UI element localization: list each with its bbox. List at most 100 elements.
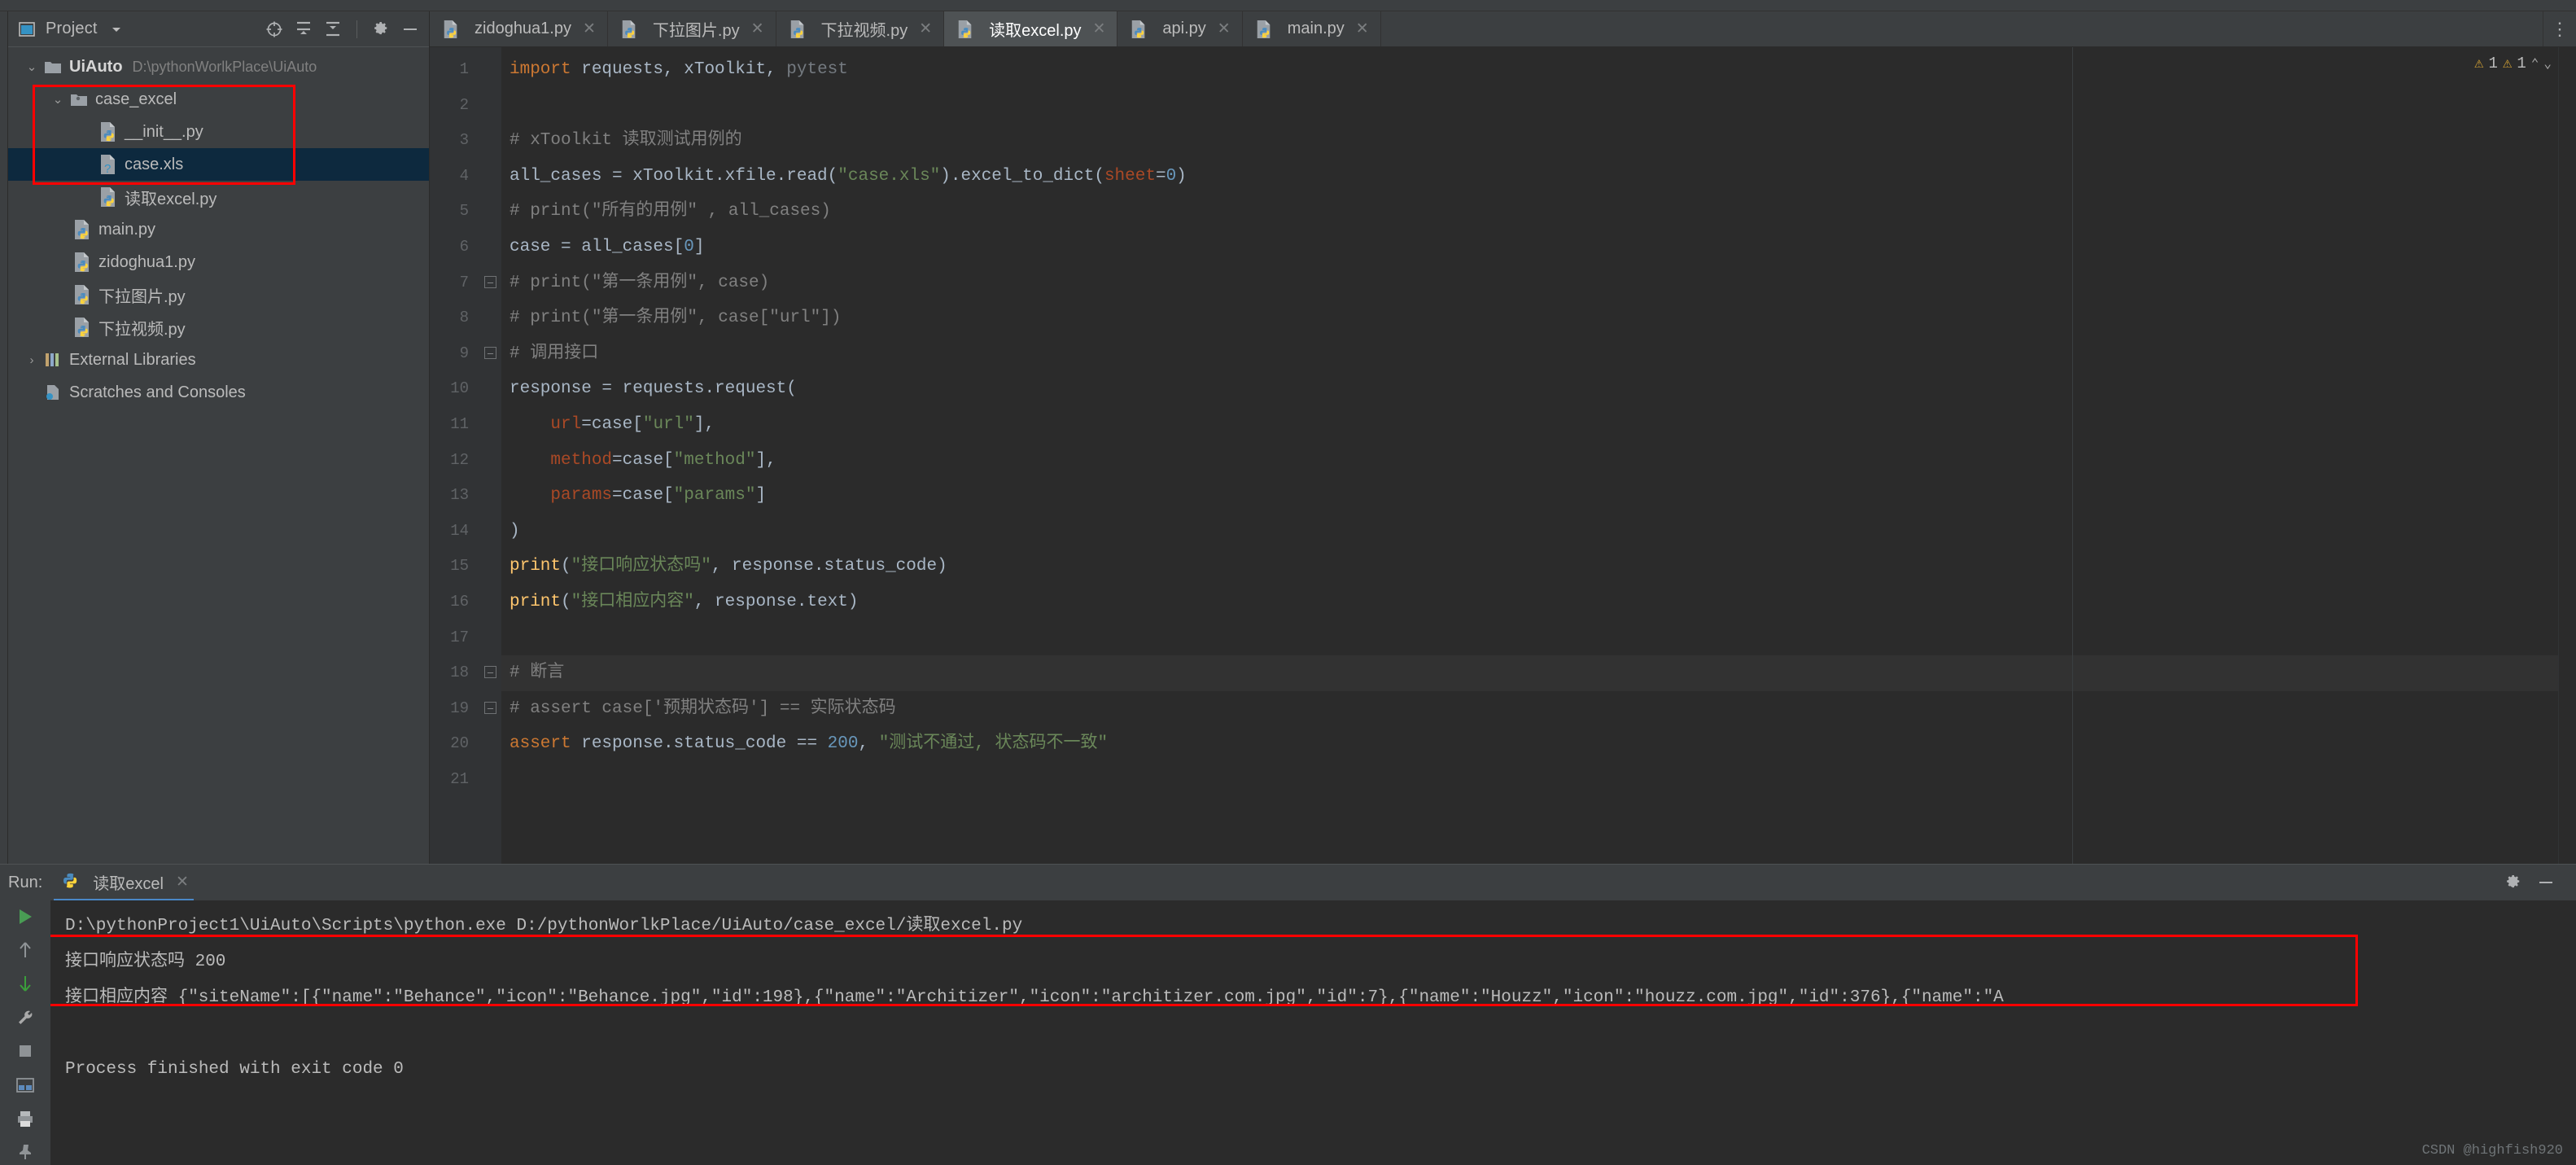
code-line-8: # print("第一条用例", case["url"])	[510, 309, 842, 328]
gear-icon[interactable]	[370, 19, 391, 40]
run-side-toolbar	[0, 900, 50, 1165]
watermark: CSDN @highfish920	[2421, 1143, 2563, 1158]
run-label: Run:	[8, 873, 43, 891]
collapse-all-icon[interactable]	[322, 19, 343, 40]
fold-collapse-icon[interactable]: –	[484, 346, 496, 359]
left-tool-rail	[0, 11, 8, 864]
project-panel-title: Project	[46, 20, 98, 37]
more-vertical-icon[interactable]: ⋮	[2543, 11, 2576, 46]
inspection-widget[interactable]: ⚠ 1 ⚠ 1 ⌃ ⌄	[2474, 54, 2552, 73]
tree-item-zidoghua1-py[interactable]: zidoghua1.py	[8, 246, 429, 278]
tree-item-label: main.py	[98, 220, 156, 239]
line-number: 20	[450, 734, 469, 753]
tree-item-read-excel-py[interactable]: 读取excel.py	[8, 181, 429, 213]
tree-item-external-libraries[interactable]: › External Libraries	[8, 344, 429, 376]
minimize-icon[interactable]	[2535, 872, 2556, 893]
fold-marker-line-18[interactable]: –	[480, 655, 501, 691]
gear-icon[interactable]	[2503, 872, 2524, 893]
tree-item-label: Scratches and Consoles	[69, 383, 246, 401]
fold-marker-line-9[interactable]: –	[480, 336, 501, 372]
tree-item-xialashipin-py[interactable]: 下拉视频.py	[8, 311, 429, 344]
close-icon[interactable]: ✕	[1093, 20, 1106, 38]
line-number: 13	[450, 486, 469, 505]
line-number: 18	[450, 664, 469, 682]
print-icon[interactable]	[9, 1106, 42, 1131]
tab-zidoghua1-py[interactable]: zidoghua1.py ✕	[430, 11, 608, 46]
expand-all-icon[interactable]	[293, 19, 314, 40]
code-line-6: case = all_cases[0]	[510, 237, 705, 256]
tab-main-py[interactable]: main.py ✕	[1243, 11, 1381, 46]
fold-marker-line-7[interactable]: –	[480, 265, 501, 301]
tree-item-case-xls[interactable]: ? case.xls	[8, 148, 429, 181]
layout-icon[interactable]	[9, 1072, 42, 1097]
line-number: 16	[450, 592, 469, 611]
twisty-icon[interactable]: ⌄	[21, 59, 42, 74]
tab-xialatupian-py[interactable]: 下拉图片.py ✕	[608, 11, 776, 46]
wrench-icon[interactable]	[9, 1005, 42, 1030]
minimize-icon[interactable]	[400, 19, 421, 40]
fold-marker-line-19[interactable]: –	[480, 691, 501, 727]
console-line-status: 接口响应状态吗 200	[65, 953, 226, 971]
stop-icon[interactable]	[9, 1039, 42, 1064]
tab-read-excel-py[interactable]: 读取excel.py ✕	[944, 11, 1118, 46]
tab-label: 下拉图片.py	[652, 22, 740, 40]
tree-item-main-py[interactable]: main.py	[8, 213, 429, 246]
tree-item-label: 读取excel.py	[125, 190, 217, 208]
run-tab-label: 读取excel	[93, 874, 164, 893]
line-number: 2	[459, 95, 469, 114]
tree-item-case-excel[interactable]: ⌄ case_excel	[8, 83, 429, 116]
tree-item-uiauto[interactable]: ⌄ UiAuto D:\pythonWorlkPlace\UiAuto	[8, 50, 429, 83]
tab-label: main.py	[1287, 20, 1345, 37]
locate-icon[interactable]	[264, 19, 285, 40]
code-editor[interactable]: 1 2 3 4 5 6 7 8 9 10 11 12 13 14 15 16 1	[430, 47, 2576, 864]
close-icon[interactable]: ✕	[583, 20, 596, 38]
code-line-9: # 调用接口	[510, 344, 599, 363]
line-number-gutter: 1 2 3 4 5 6 7 8 9 10 11 12 13 14 15 16 1	[430, 47, 480, 864]
marker-scrollbar[interactable]	[2558, 47, 2576, 864]
arrow-up-icon[interactable]	[9, 937, 42, 962]
close-icon[interactable]: ✕	[751, 20, 764, 38]
pin-icon[interactable]	[9, 1140, 42, 1165]
close-icon[interactable]: ✕	[176, 873, 189, 891]
code-folding-gutter[interactable]: – – – –	[480, 47, 501, 864]
code-line-20: assert response.status_code == 200, "测试不…	[510, 734, 1109, 754]
code-line-18: # 断言	[501, 655, 2576, 691]
code-line-13: params=case["params"]	[550, 486, 767, 506]
chevron-down-icon[interactable]	[106, 19, 127, 40]
python-file-icon	[98, 186, 119, 208]
fold-collapse-icon[interactable]: –	[484, 701, 496, 714]
arrow-down-icon[interactable]	[9, 971, 42, 996]
tree-item-xialatupian-py[interactable]: 下拉图片.py	[8, 278, 429, 311]
python-file-icon	[787, 19, 808, 40]
tree-item-init-py[interactable]: __init__.py	[8, 116, 429, 148]
code-text[interactable]: import requests, xToolkit, pytest # xToo…	[501, 47, 2576, 864]
code-line-12: method=case["method"],	[550, 450, 776, 470]
tree-item-scratches-and-consoles[interactable]: Scratches and Consoles	[8, 376, 429, 409]
close-icon[interactable]: ✕	[1218, 20, 1231, 38]
close-icon[interactable]: ✕	[1356, 20, 1369, 38]
console-output[interactable]: D:\pythonProject1\UiAuto\Scripts\python.…	[50, 900, 2576, 1165]
run-configuration-tab[interactable]: 读取excel ✕	[54, 865, 194, 900]
python-file-icon	[72, 252, 93, 273]
scratches-icon	[42, 382, 63, 403]
console-line-response-body: 接口相应内容 {"siteName":[{"name":"Behance","i…	[65, 988, 2004, 1007]
tab-xialashipin-py[interactable]: 下拉视频.py ✕	[776, 11, 945, 46]
twisty-icon[interactable]: ⌄	[47, 92, 68, 107]
run-icon[interactable]	[9, 904, 42, 929]
line-number: 15	[450, 557, 469, 576]
tree-item-label: case.xls	[125, 155, 184, 173]
tab-api-py[interactable]: api.py ✕	[1117, 11, 1243, 46]
line-number: 3	[459, 131, 469, 150]
twisty-icon[interactable]: ›	[21, 353, 42, 367]
chevron-up-icon[interactable]: ⌃	[2531, 55, 2539, 72]
tab-label: api.py	[1162, 20, 1206, 37]
close-icon[interactable]: ✕	[919, 20, 932, 38]
fold-collapse-icon[interactable]: –	[484, 275, 496, 288]
code-line-1: import requests, xToolkit, pytest	[510, 60, 848, 79]
python-file-icon	[1128, 19, 1149, 40]
chevron-down-icon[interactable]: ⌄	[2543, 55, 2552, 72]
fold-collapse-icon[interactable]: –	[484, 666, 496, 679]
code-line-5: # print("所有的用例" , all_cases)	[510, 202, 831, 221]
tree-item-label: zidoghua1.py	[98, 252, 195, 271]
